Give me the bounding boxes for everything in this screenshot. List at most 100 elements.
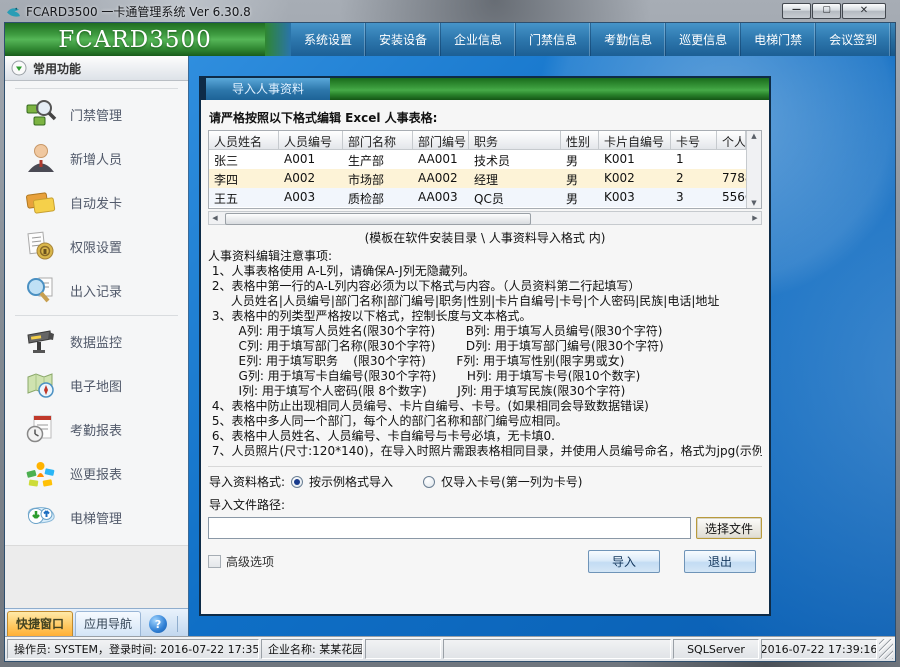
advanced-options-checkbox[interactable] (208, 555, 221, 568)
logo-fade (265, 23, 291, 56)
sidebar-title: 常用功能 (33, 60, 81, 77)
status-time: 2016-07-22 17:39:16 (761, 639, 877, 659)
help-icon[interactable]: ? (149, 615, 167, 633)
col-dept-name: 部门名称 (343, 131, 413, 149)
sidebar-item-attendance-report[interactable]: 考勤报表 (5, 407, 188, 451)
tab-import-personnel[interactable]: 导入人事资料 (206, 78, 330, 100)
note-line: 4、表格中防止出现相同人员编号、卡片自编号、卡号。(如果相同会导致数据错误) (208, 399, 762, 414)
dialog-tabbar: 导入人事资料 (201, 78, 769, 100)
format-instruction: 请严格按照以下格式编辑 Excel 人事表格: (209, 109, 762, 126)
note-line: 人事资料编辑注意事项: (208, 249, 762, 264)
app-header: FCARD3500 系统设置 安装设备 企业信息 门禁信息 考勤信息 巡更信息 … (5, 23, 895, 56)
separator (15, 88, 178, 89)
separator (177, 616, 178, 632)
scroll-left-icon[interactable]: ◀ (209, 212, 221, 224)
scroll-up-icon[interactable]: ▲ (751, 132, 756, 140)
menu-meeting-signin[interactable]: 会议签到 (816, 23, 891, 56)
scroll-down-icon[interactable]: ▼ (751, 199, 756, 207)
table-row[interactable]: 王五 A003 质检部 AA003 QC员 男 K003 3 (209, 188, 746, 207)
tabbar-green-strip (330, 78, 769, 100)
sidebar-item-label: 出入记录 (70, 281, 122, 300)
status-empty-2 (443, 639, 671, 659)
collapse-arrow-icon (11, 60, 27, 76)
import-personnel-dialog: 导入人事资料 请严格按照以下格式编辑 Excel 人事表格: 人员姓名 人员编号… (199, 76, 771, 616)
sidebar-item-access-management[interactable]: 门禁管理 (5, 92, 188, 136)
title-bar: FCARD3500 一卡通管理系统 Ver 6.30.8 — ▢ ✕ (0, 0, 900, 22)
col-dept-id: 部门编号 (413, 131, 469, 149)
menu-system-settings[interactable]: 系统设置 (291, 23, 366, 56)
data-monitor-icon (25, 325, 57, 357)
status-company: 企业名称: 某某花园 (261, 639, 363, 659)
sidebar-item-label: 考勤报表 (70, 420, 122, 439)
sidebar-item-add-person[interactable]: 新增人员 (5, 136, 188, 180)
sidebar-bottom-tabs: 快捷窗口 应用导航 ? (5, 608, 188, 636)
menu-install-devices[interactable]: 安装设备 (366, 23, 441, 56)
sidebar-item-e-map[interactable]: 电子地图 (5, 363, 188, 407)
menu-access-info[interactable]: 门禁信息 (516, 23, 591, 56)
sidebar-item-label: 数据监控 (70, 332, 122, 351)
note-line: A列: 用于填写人员姓名(限30个字符) B列: 用于填写人员编号(限30个字符… (208, 324, 762, 339)
e-map-icon (25, 369, 57, 401)
radio-sample-format[interactable] (291, 476, 303, 488)
resize-grip[interactable] (879, 639, 893, 659)
sidebar-item-label: 电子地图 (70, 376, 122, 395)
sidebar-item-elevator-management[interactable]: 电梯管理 (5, 495, 188, 539)
exit-button[interactable]: 退出 (684, 550, 756, 573)
minimize-button[interactable]: — (782, 3, 811, 19)
auto-card-icon (25, 186, 57, 218)
logo-text: FCARD3500 (58, 27, 211, 53)
table-row[interactable]: 李四 A002 市场部 AA002 经理 男 K002 2 (209, 169, 746, 188)
divider (208, 466, 762, 467)
template-location-note: (模板在软件安装目录 \ 人事资料导入格式 内) (208, 229, 762, 246)
menu-company-info[interactable]: 企业信息 (441, 23, 516, 56)
tab-quick-window[interactable]: 快捷窗口 (7, 611, 73, 636)
scroll-right-icon[interactable]: ▶ (749, 212, 761, 224)
patrol-report-icon (25, 457, 57, 489)
sidebar-item-permissions[interactable]: 权限设置 (5, 224, 188, 268)
sidebar-item-label: 权限设置 (70, 237, 122, 256)
application-window: FCARD3500 一卡通管理系统 Ver 6.30.8 — ▢ ✕ FCARD… (0, 0, 900, 667)
col-title: 职务 (469, 131, 561, 149)
note-line: 6、表格中人员姓名、人员编号、卡自编号与卡号必填，无卡填0. (208, 429, 762, 444)
vertical-scrollbar[interactable]: ▲ ▼ (746, 131, 761, 208)
table-row[interactable]: 张三 A001 生产部 AA001 技术员 男 K001 1 (209, 150, 746, 169)
radio-card-only-label[interactable]: 仅导入卡号(第一列为卡号) (441, 473, 582, 490)
sidebar-list: 门禁管理 新增人员 (5, 81, 188, 608)
status-database: SQLServer (673, 639, 759, 659)
sidebar-item-patrol-report[interactable]: 巡更报表 (5, 451, 188, 495)
menu-elevator-access[interactable]: 电梯门禁 (741, 23, 816, 56)
sidebar-item-label: 自动发卡 (70, 193, 122, 212)
sidebar-item-auto-card[interactable]: 自动发卡 (5, 180, 188, 224)
note-line: C列: 用于填写部门名称(限30个字符) D列: 用于填写部门编号(限30个字符… (208, 339, 762, 354)
separator (15, 315, 178, 316)
main-workspace: 导入人事资料 请严格按照以下格式编辑 Excel 人事表格: 人员姓名 人员编号… (189, 56, 895, 636)
choose-file-button[interactable]: 选择文件 (696, 517, 762, 539)
sidebar-header[interactable]: 常用功能 (5, 56, 188, 81)
advanced-options-label[interactable]: 高级选项 (226, 553, 274, 570)
menu-patrol-info[interactable]: 巡更信息 (666, 23, 741, 56)
sidebar-filler (5, 545, 188, 608)
table-header-row: 人员姓名 人员编号 部门名称 部门编号 职务 性别 卡片自编号 卡号 个人 (209, 131, 746, 150)
permissions-icon (25, 230, 57, 262)
main-menu: 系统设置 安装设备 企业信息 门禁信息 考勤信息 巡更信息 电梯门禁 会议签到 … (291, 23, 896, 56)
elevator-management-icon (25, 501, 57, 533)
radio-sample-format-label[interactable]: 按示例格式导入 (309, 473, 393, 490)
close-button[interactable]: ✕ (842, 3, 886, 19)
note-line: 1、人事表格使用 A-L列，请确保A-J列无隐藏列。 (208, 264, 762, 279)
file-path-input[interactable] (208, 517, 691, 539)
dialog-content: 请严格按照以下格式编辑 Excel 人事表格: 人员姓名 人员编号 部门名称 部… (201, 100, 769, 614)
import-button[interactable]: 导入 (588, 550, 660, 573)
sidebar-item-data-monitor[interactable]: 数据监控 (5, 319, 188, 363)
sidebar-item-label: 门禁管理 (70, 105, 122, 124)
col-card-no: 卡号 (671, 131, 717, 149)
maximize-button[interactable]: ▢ (812, 3, 841, 19)
menu-attendance-info[interactable]: 考勤信息 (591, 23, 666, 56)
sidebar-item-access-records[interactable]: 出入记录 (5, 268, 188, 312)
horizontal-scrollbar[interactable]: ◀ ▶ (208, 211, 762, 225)
scrollbar-thumb[interactable] (225, 213, 531, 225)
status-bar: 操作员: SYSTEM，登录时间: 2016-07-22 17:35:16。 企… (5, 636, 895, 661)
tab-app-navigation[interactable]: 应用导航 (75, 611, 141, 636)
radio-card-only[interactable] (423, 476, 435, 488)
import-format-label: 导入资料格式: (209, 473, 285, 490)
sidebar-item-label: 电梯管理 (70, 508, 122, 527)
